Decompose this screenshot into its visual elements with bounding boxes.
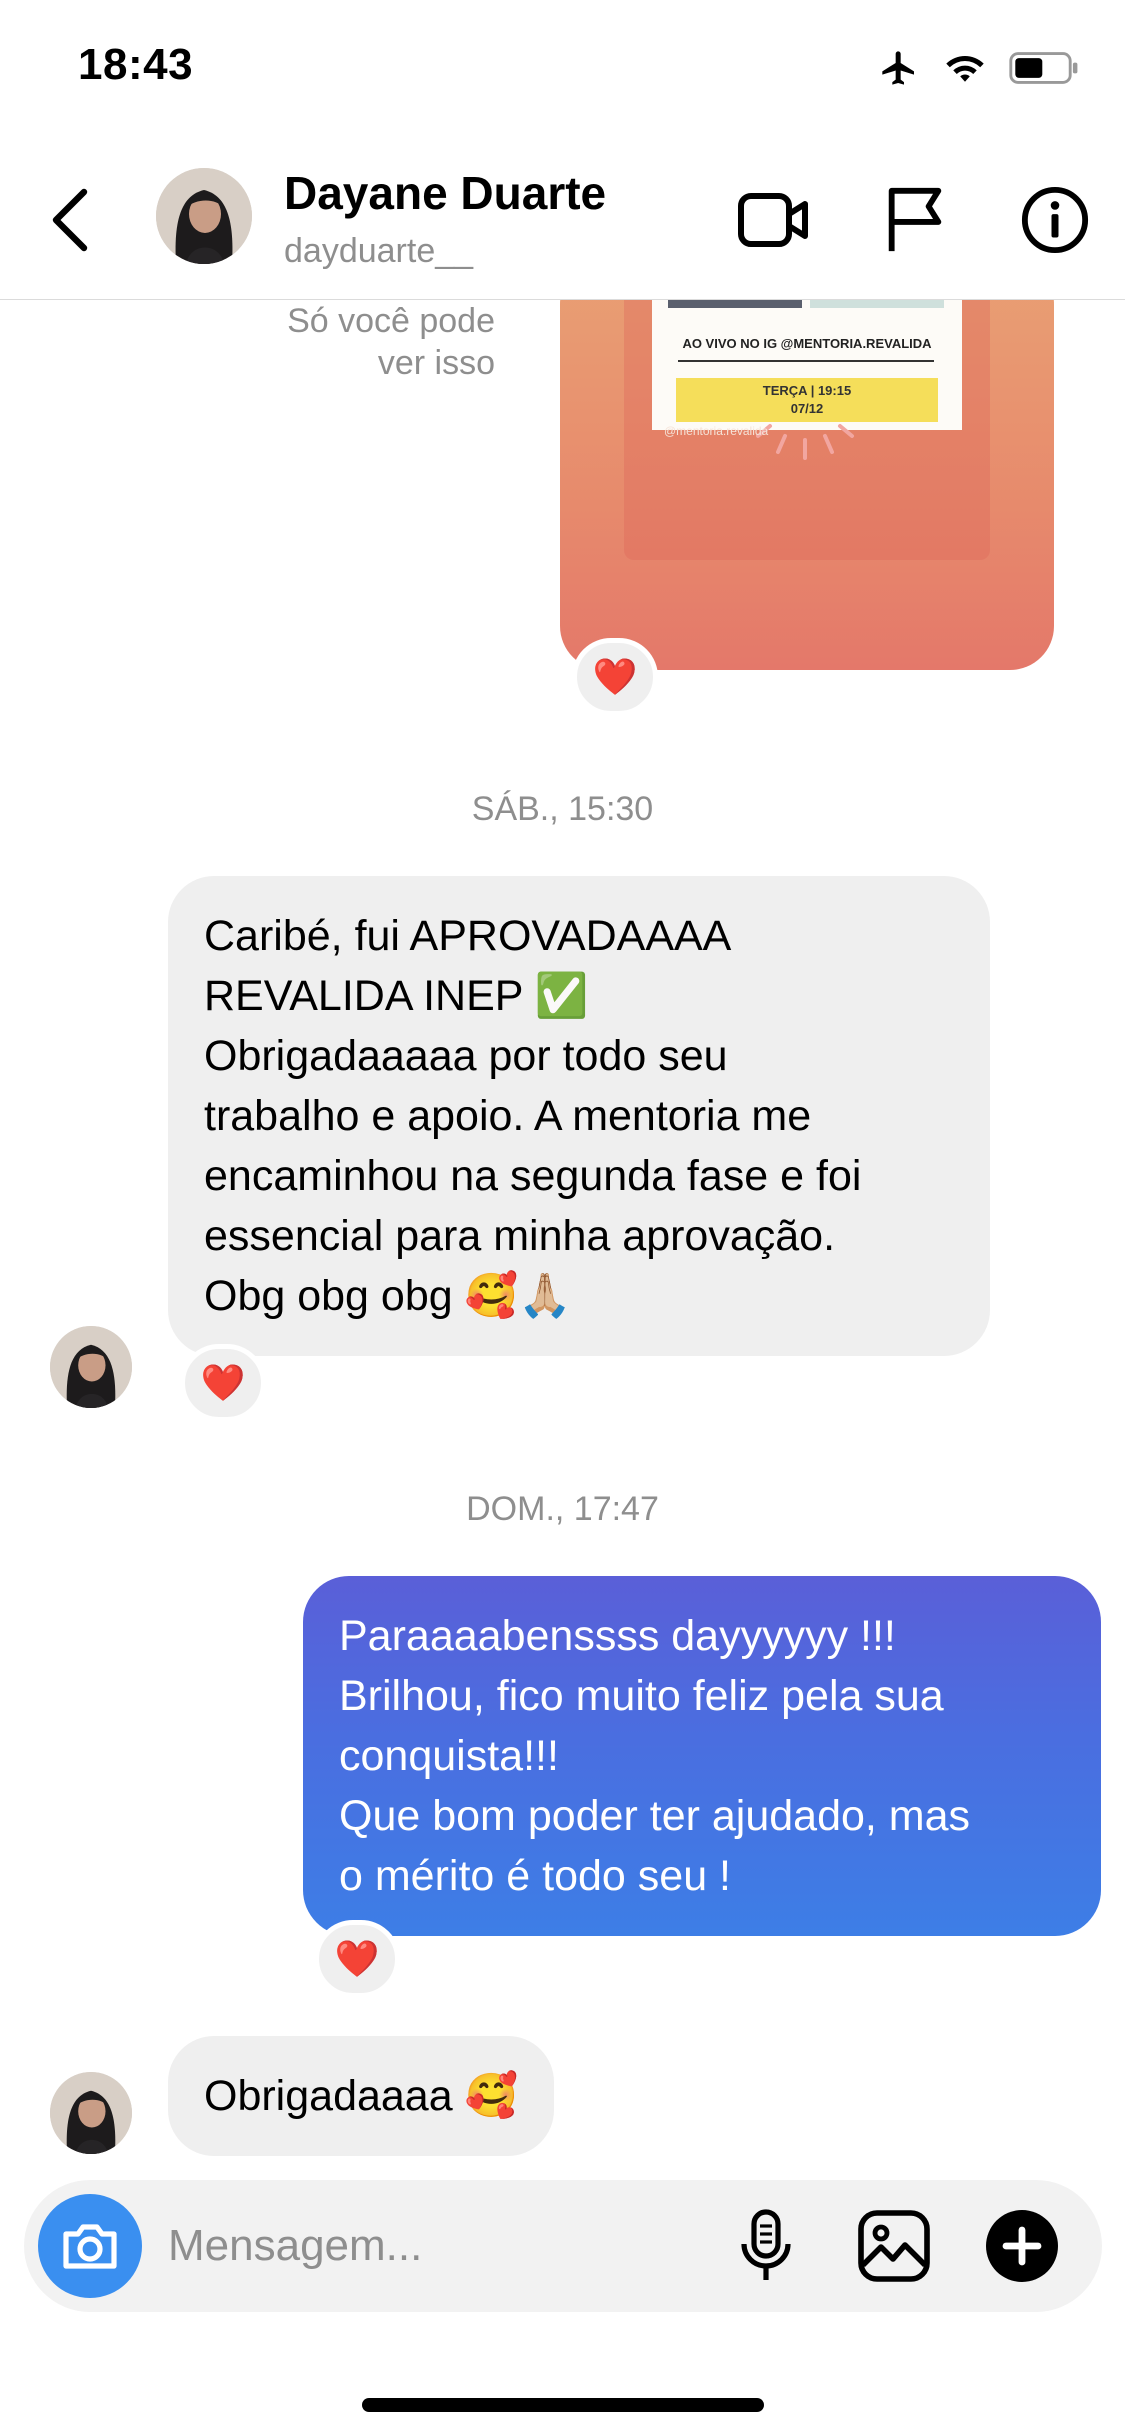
chevron-left-icon bbox=[52, 188, 88, 252]
gallery-icon bbox=[858, 2210, 930, 2282]
home-indicator[interactable] bbox=[362, 2398, 764, 2412]
heart-reaction[interactable]: ❤️ bbox=[314, 1920, 400, 1998]
wifi-icon bbox=[943, 50, 987, 91]
avatar[interactable] bbox=[50, 2072, 132, 2154]
report-button[interactable] bbox=[875, 180, 955, 260]
story-handle: @mentoria.revalida bbox=[664, 424, 769, 438]
voice-message-button[interactable] bbox=[726, 2206, 806, 2286]
heart-icon: ❤️ bbox=[200, 1362, 246, 1403]
shared-story-card[interactable]: AO VIVO NO IG @MENTORIA.REVALIDA TERÇA |… bbox=[560, 300, 1054, 670]
message-input[interactable] bbox=[168, 2216, 728, 2276]
message-timestamp: SÁB., 15:30 bbox=[471, 790, 654, 828]
outgoing-message[interactable]: Paraaaabenssss dayyyyyy !!! Brilhou, fic… bbox=[303, 1576, 1101, 1936]
camera-button[interactable] bbox=[38, 2194, 142, 2298]
story-photo bbox=[668, 300, 802, 308]
incoming-message[interactable]: Caribé, fui APROVADAAAA REVALIDA INEP ✅ … bbox=[168, 876, 990, 1356]
composer-actions bbox=[726, 2206, 1062, 2286]
sunburst-icon bbox=[756, 424, 854, 460]
flag-icon bbox=[888, 187, 942, 252]
video-call-icon bbox=[738, 193, 808, 247]
back-button[interactable] bbox=[40, 180, 100, 260]
more-options-button[interactable] bbox=[982, 2206, 1062, 2286]
incoming-message[interactable]: Obrigadaaaa 🥰 bbox=[168, 2036, 555, 2156]
camera-icon bbox=[63, 2224, 117, 2269]
only-you-note: Só você pode ver isso bbox=[287, 302, 495, 382]
battery-icon bbox=[1009, 50, 1081, 91]
contact-name[interactable]: Dayane Duarte bbox=[284, 166, 606, 220]
heart-icon: ❤️ bbox=[334, 1938, 380, 1979]
plus-icon bbox=[986, 2210, 1058, 2282]
microphone-icon bbox=[741, 2209, 791, 2280]
message-composer bbox=[24, 2180, 1102, 2312]
heart-reaction[interactable]: ❤️ bbox=[180, 1344, 266, 1422]
video-call-button[interactable] bbox=[735, 180, 815, 260]
heart-icon: ❤️ bbox=[592, 656, 638, 697]
heart-reaction[interactable]: ❤️ bbox=[572, 638, 658, 716]
gallery-button[interactable] bbox=[854, 2206, 934, 2286]
header-actions bbox=[735, 180, 1095, 260]
info-button[interactable] bbox=[1015, 180, 1095, 260]
avatar[interactable] bbox=[156, 168, 252, 264]
conversation-header: Dayane Duarte dayduarte__ bbox=[0, 140, 1125, 300]
info-icon bbox=[1021, 186, 1089, 254]
message-thread[interactable]: Só você pode ver isso AO VIVO NO IG @MEN… bbox=[0, 300, 1125, 2180]
status-time: 18:43 bbox=[78, 40, 194, 89]
status-bar: 18:43 bbox=[0, 0, 1125, 140]
avatar[interactable] bbox=[50, 1326, 132, 1408]
status-icons bbox=[877, 48, 1081, 93]
contact-username[interactable]: dayduarte__ bbox=[284, 232, 473, 271]
story-photo bbox=[810, 300, 944, 308]
airplane-icon bbox=[877, 48, 921, 93]
message-timestamp: DOM., 17:47 bbox=[466, 1490, 659, 1528]
